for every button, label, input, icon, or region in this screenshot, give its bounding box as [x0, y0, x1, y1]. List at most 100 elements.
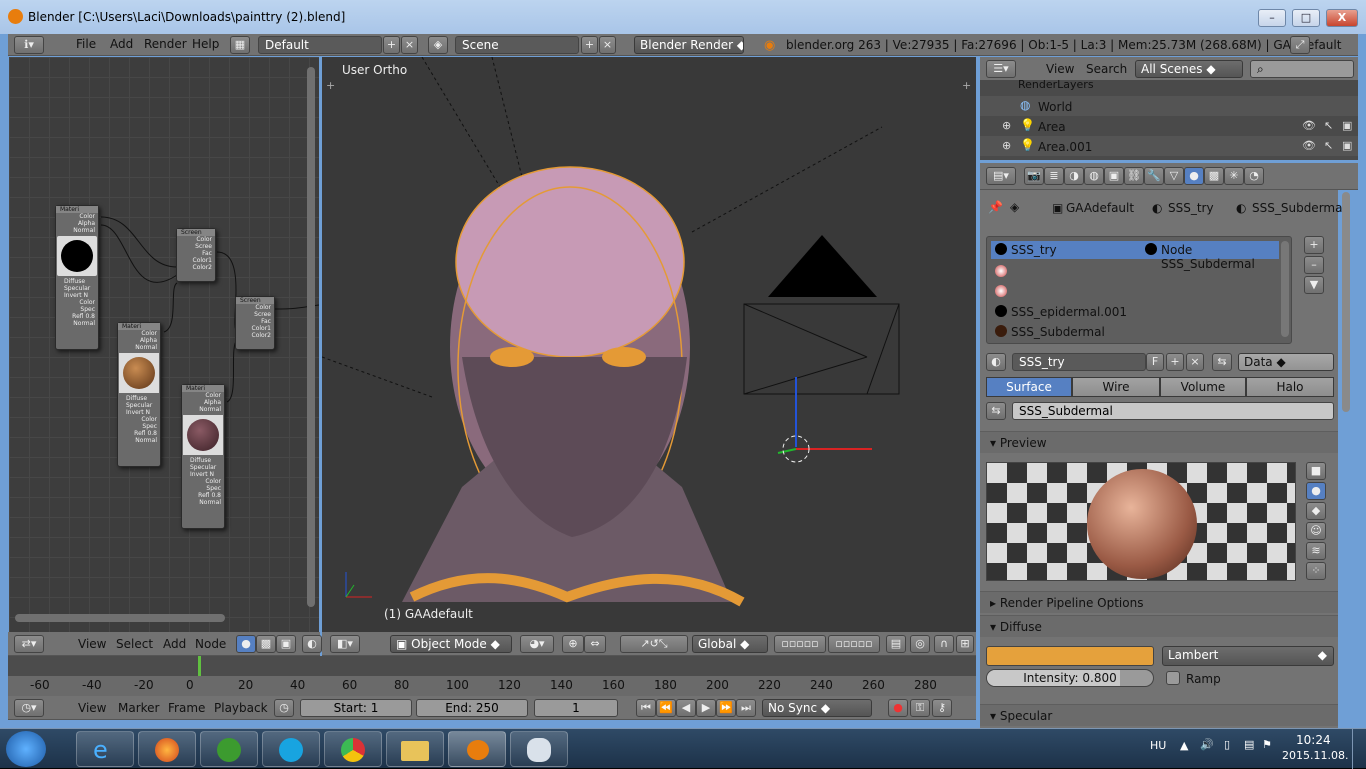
diffuse-color-swatch[interactable] — [986, 646, 1154, 666]
mode-select[interactable]: ▣ Object Mode ◆ — [390, 635, 512, 653]
material-browse-icon[interactable]: ◐ — [986, 353, 1006, 371]
ramp-checkbox[interactable] — [1166, 671, 1180, 685]
constraints-tab-icon[interactable]: ⛓ — [1124, 167, 1144, 185]
unlink-material-button[interactable]: × — [1186, 353, 1204, 371]
object-tab-icon[interactable]: ▣ — [1104, 167, 1124, 185]
preview-hair-icon[interactable]: ≋ — [1306, 542, 1326, 560]
editor-type-icon[interactable]: ◧▾ — [330, 635, 360, 653]
current-frame-field[interactable]: 1 — [534, 699, 618, 717]
select-cursor-icon[interactable]: ↖ — [1324, 139, 1333, 152]
material-slot-empty-icon[interactable] — [995, 285, 1007, 297]
timeline-menu-marker[interactable]: Marker — [118, 701, 159, 715]
play-reverse-icon[interactable]: ◀ — [676, 699, 696, 717]
editor-type-icon[interactable]: ◷▾ — [14, 699, 44, 717]
link-icon[interactable]: ⇆ — [1212, 353, 1232, 371]
material-tab-icon[interactable]: ● — [1184, 167, 1204, 185]
jump-start-icon[interactable]: ⏮ — [636, 699, 656, 717]
render-camera-icon[interactable]: ▣ — [1342, 139, 1352, 152]
maximize-button[interactable]: □ — [1292, 9, 1320, 27]
jump-keyframe-forward-icon[interactable]: ⏩ — [716, 699, 736, 717]
blender-taskbar-icon[interactable] — [448, 731, 506, 767]
node-blend-mode[interactable]: Scree — [177, 243, 215, 250]
layers-grid-b[interactable]: ▫▫▫▫▫ — [828, 635, 880, 653]
preview-plane-icon[interactable]: ■ — [1306, 462, 1326, 480]
outliner-menu-view[interactable]: View — [1046, 62, 1074, 76]
slot-list-scrollbar[interactable] — [1281, 241, 1289, 337]
material-icon[interactable]: ◐ — [302, 635, 322, 653]
layout-add-button[interactable]: + — [383, 36, 400, 54]
data-tab-icon[interactable]: ▽ — [1164, 167, 1184, 185]
play-icon[interactable]: ▶ — [696, 699, 716, 717]
pipeline-panel-header[interactable]: ▸ Render Pipeline Options — [980, 591, 1338, 613]
add-slot-button[interactable]: + — [1304, 236, 1324, 254]
material-slot-empty-icon[interactable] — [995, 265, 1007, 277]
layout-remove-button[interactable]: × — [401, 36, 418, 54]
menu-file[interactable]: File — [76, 37, 96, 51]
3d-viewport[interactable]: User Ortho (1) GAAdefault + + — [322, 57, 976, 632]
slot-specials-button[interactable]: ▼ — [1304, 276, 1324, 294]
tab-halo[interactable]: Halo — [1246, 377, 1334, 397]
keying-icon[interactable]: ⚿ — [910, 699, 930, 717]
render-engine-select[interactable]: Blender Render ◆ — [634, 36, 744, 54]
scene-icon[interactable]: ◈ — [428, 36, 448, 54]
preview-panel-header[interactable]: ▾ Preview — [980, 431, 1338, 453]
tab-volume[interactable]: Volume — [1160, 377, 1246, 397]
node-vscrollbar[interactable] — [307, 67, 315, 607]
explorer-taskbar-icon[interactable] — [386, 731, 444, 767]
skype-taskbar-icon[interactable] — [262, 731, 320, 767]
node-option[interactable]: Diffuse — [56, 278, 98, 285]
select-cursor-icon[interactable]: ↖ — [1324, 119, 1333, 132]
editor-type-icon[interactable]: ⇄▾ — [14, 635, 44, 653]
node-blend-mode[interactable]: Scree — [236, 311, 274, 318]
fake-user-button[interactable]: F — [1146, 353, 1164, 371]
node-option[interactable]: Specular — [56, 285, 98, 292]
scene-add-button[interactable]: + — [581, 36, 598, 54]
preview-monkey-icon[interactable]: ☺ — [1306, 522, 1326, 540]
scene-remove-button[interactable]: × — [599, 36, 616, 54]
proportional-edit-icon[interactable]: ◎ — [910, 635, 930, 653]
node-menu-select[interactable]: Select — [116, 637, 153, 651]
node-option[interactable]: Invert N — [118, 409, 160, 416]
material-slot-selected[interactable]: SSS_try Node SSS_Subdermal — [991, 241, 1279, 271]
modifiers-tab-icon[interactable]: 🔧 — [1144, 167, 1164, 185]
timeline-menu-playback[interactable]: Playback — [214, 701, 268, 715]
texture-tab-icon[interactable]: ▩ — [1204, 167, 1224, 185]
node-option[interactable]: Invert N — [56, 292, 98, 299]
outliner-row[interactable]: ⊕ 💡 Area 👁 ↖ ▣ — [980, 116, 1358, 136]
shader-nodes-icon[interactable]: ● — [236, 635, 256, 653]
particles-tab-icon[interactable]: ✳ — [1224, 167, 1244, 185]
render-tab-icon[interactable]: 📷 — [1024, 167, 1044, 185]
node-option[interactable]: Specular — [182, 464, 224, 471]
new-material-button[interactable]: + — [1166, 353, 1184, 371]
diffuse-panel-header[interactable]: ▾ Diffuse — [980, 615, 1338, 637]
material-node[interactable]: Materi Color Alpha Normal Diffuse Specul… — [181, 384, 225, 529]
sync-select[interactable]: No Sync ◆ — [762, 699, 872, 717]
outliner-row[interactable]: ⊕ 💡 Area.001 👁 ↖ ▣ — [980, 136, 1358, 156]
tab-surface[interactable]: Surface — [986, 377, 1072, 397]
remove-slot-button[interactable]: – — [1304, 256, 1324, 274]
material-node[interactable]: Materi Color Alpha Normal Diffuse Specul… — [55, 205, 99, 350]
tab-wire[interactable]: Wire — [1072, 377, 1160, 397]
scene-field[interactable]: Scene — [455, 36, 579, 54]
paint-taskbar-icon[interactable] — [510, 731, 568, 767]
expand-icon[interactable]: ⊕ — [1002, 119, 1011, 132]
physics-tab-icon[interactable]: ◔ — [1244, 167, 1264, 185]
snap-icon[interactable]: ∩ — [934, 635, 954, 653]
compositing-nodes-icon[interactable]: ▣ — [276, 635, 296, 653]
layers-tab-icon[interactable]: ≣ — [1044, 167, 1064, 185]
render-camera-icon[interactable]: ▣ — [1342, 119, 1352, 132]
node-option[interactable]: Diffuse — [182, 457, 224, 464]
layout-icon[interactable]: ▦ — [230, 36, 250, 54]
node-menu-add[interactable]: Add — [163, 637, 186, 651]
diffuse-shader-select[interactable]: Lambert ◆ — [1162, 646, 1334, 666]
utorrent-taskbar-icon[interactable] — [200, 731, 258, 767]
menu-add[interactable]: Add — [110, 37, 133, 51]
clock-date[interactable]: 2015.11.08. — [1282, 749, 1348, 762]
node-material-field[interactable]: SSS_Subdermal — [1012, 402, 1334, 420]
record-icon[interactable]: ● — [888, 699, 908, 717]
preview-sphere-icon[interactable]: ● — [1306, 482, 1326, 500]
properties-scrollbar[interactable] — [1342, 192, 1350, 412]
visibility-eye-icon[interactable]: 👁 — [1302, 119, 1316, 132]
preview-range-icon[interactable]: ◷ — [274, 699, 294, 717]
layout-field[interactable]: Default — [258, 36, 382, 54]
